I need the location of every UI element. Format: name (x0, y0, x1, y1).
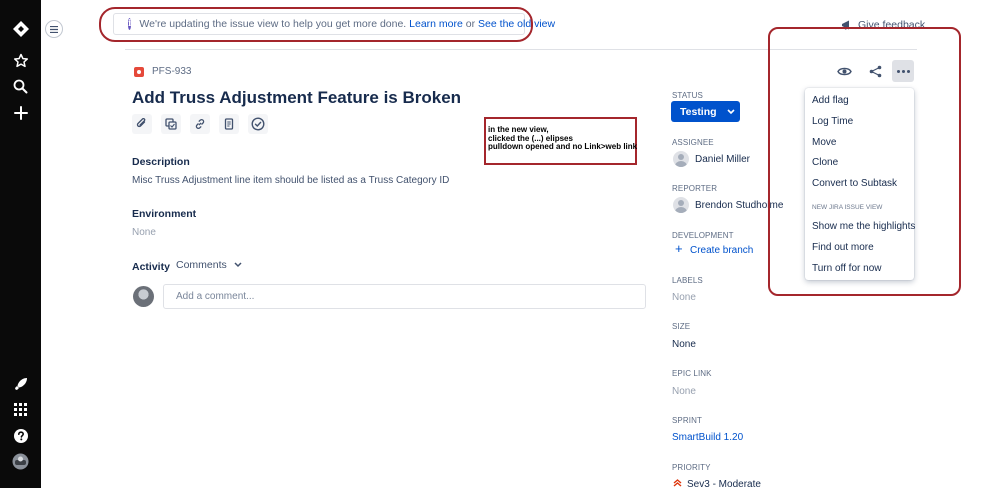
annotation-highlight-banner (99, 7, 533, 42)
issue-key-link[interactable]: PFS-933 (152, 66, 191, 77)
profile-avatar[interactable] (11, 452, 30, 471)
checklist-icon[interactable] (248, 114, 268, 134)
global-navigation (0, 0, 41, 488)
attachment-icon[interactable] (132, 114, 152, 134)
description-label: Description (132, 156, 190, 168)
chevron-down-icon (726, 108, 735, 114)
size-value[interactable]: None (672, 339, 696, 350)
reporter-avatar-icon (673, 197, 689, 213)
description-text[interactable]: Misc Truss Adjustment line item should b… (132, 175, 449, 186)
current-user-avatar (133, 286, 154, 307)
issue-title[interactable]: Add Truss Adjustment Feature is Broken (132, 88, 461, 108)
bug-icon (134, 66, 144, 77)
jira-logo-icon[interactable] (11, 19, 30, 38)
annotation-highlight-menu (768, 27, 961, 296)
sprint-value[interactable]: SmartBuild 1.20 (672, 432, 743, 443)
environment-value[interactable]: None (132, 227, 156, 238)
sprint-label: SPRINT (672, 416, 702, 425)
search-icon[interactable] (11, 77, 30, 96)
rocket-icon[interactable] (11, 374, 30, 393)
reporter-label: REPORTER (672, 184, 718, 193)
confluence-page-icon[interactable] (219, 114, 239, 134)
issue-toolbar (132, 114, 268, 134)
epic-link-value[interactable]: None (672, 386, 696, 397)
priority-label: PRIORITY (672, 463, 711, 472)
epic-link-label: EPIC LINK (672, 369, 712, 378)
status-label: STATUS (672, 91, 703, 100)
chevron-down-icon (234, 262, 242, 268)
app-switcher-icon[interactable] (11, 400, 30, 419)
annotation-line: pulldown opened and no Link>web link (488, 142, 638, 151)
plus-icon: + (675, 241, 683, 256)
add-comment-input[interactable]: Add a comment... (163, 284, 646, 309)
activity-filter-label: Comments (176, 259, 227, 271)
assignee-value[interactable]: Daniel Miller (695, 154, 750, 165)
labels-value[interactable]: None (672, 292, 696, 303)
size-label: SIZE (672, 322, 691, 331)
priority-arrow-icon (673, 479, 682, 488)
environment-label: Environment (132, 208, 197, 220)
status-value: Testing (680, 105, 717, 118)
create-branch-link[interactable]: Create branch (690, 245, 753, 256)
development-label: DEVELOPMENT (672, 231, 734, 240)
link-icon[interactable] (190, 114, 210, 134)
status-dropdown-button[interactable]: Testing (671, 101, 740, 122)
breadcrumb: PFS-933 (134, 66, 191, 77)
priority-value[interactable]: Sev3 - Moderate (687, 479, 761, 488)
activity-label: Activity (132, 261, 170, 273)
create-plus-icon[interactable] (11, 103, 30, 122)
labels-label: LABELS (672, 276, 703, 285)
help-icon[interactable] (11, 426, 30, 445)
assignee-label: ASSIGNEE (672, 138, 714, 147)
activity-filter-dropdown[interactable]: Comments (176, 259, 242, 271)
subtask-icon[interactable] (161, 114, 181, 134)
sidebar-toggle-button[interactable] (45, 20, 63, 38)
annotation-note: in the new view, clicked the (...) elips… (484, 117, 637, 165)
star-icon[interactable] (11, 51, 30, 70)
assignee-avatar-icon (673, 151, 689, 167)
